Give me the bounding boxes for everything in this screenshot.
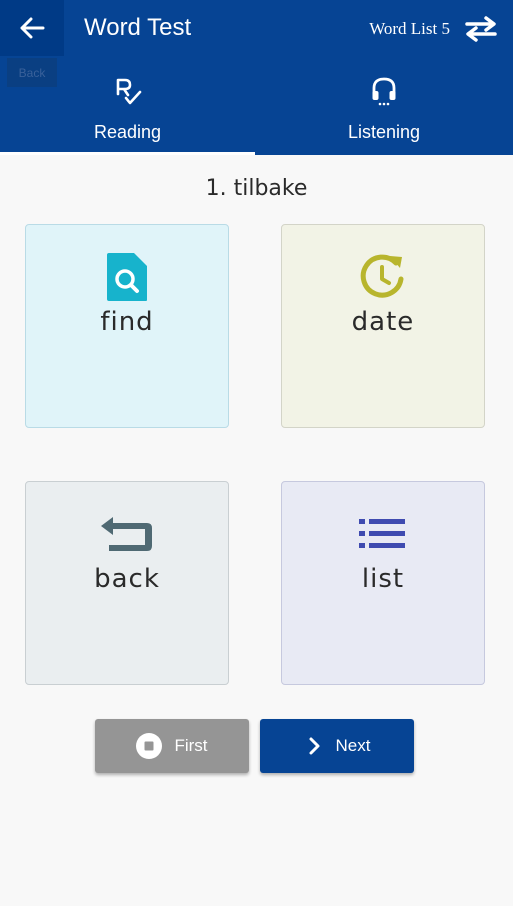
chevron-right-icon: [309, 737, 320, 755]
tab-listening-label: Listening: [347, 122, 421, 142]
option-card-list[interactable]: list: [281, 481, 485, 685]
option-label: date: [351, 307, 415, 337]
return-arrow-icon: [101, 517, 152, 551]
swap-button[interactable]: [461, 12, 501, 46]
app-header: Back Word Test Word List 5 Reading Liste…: [0, 0, 513, 155]
option-card-find[interactable]: find: [25, 224, 229, 428]
option-label: back: [94, 564, 160, 594]
word-list-label[interactable]: Word List 5: [369, 19, 450, 39]
question-word: 1. tilbake: [205, 176, 308, 201]
option-label: find: [100, 307, 154, 337]
swap-arrows-icon: [465, 16, 497, 42]
clock-refresh-icon: [360, 254, 404, 298]
reading-check-icon: [116, 78, 141, 105]
active-tab-indicator: [0, 152, 255, 155]
tab-reading[interactable]: Reading: [0, 70, 255, 155]
list-icon: [359, 519, 405, 548]
arrow-left-icon: [20, 17, 45, 39]
tab-reading-label: Reading: [93, 122, 162, 142]
next-button-label: Next: [335, 736, 371, 755]
next-button[interactable]: Next: [260, 719, 414, 773]
page-title: Word Test: [84, 14, 192, 41]
back-button[interactable]: [0, 0, 64, 56]
headphones-icon: [372, 77, 396, 106]
option-card-back[interactable]: back: [25, 481, 229, 685]
option-label: list: [361, 564, 405, 594]
first-button[interactable]: First: [95, 719, 249, 773]
file-search-icon: [107, 253, 147, 301]
first-button-label: First: [174, 736, 208, 755]
stop-circle-icon: [136, 733, 163, 759]
tab-listening[interactable]: Listening: [255, 70, 513, 155]
option-card-date[interactable]: date: [281, 224, 485, 428]
